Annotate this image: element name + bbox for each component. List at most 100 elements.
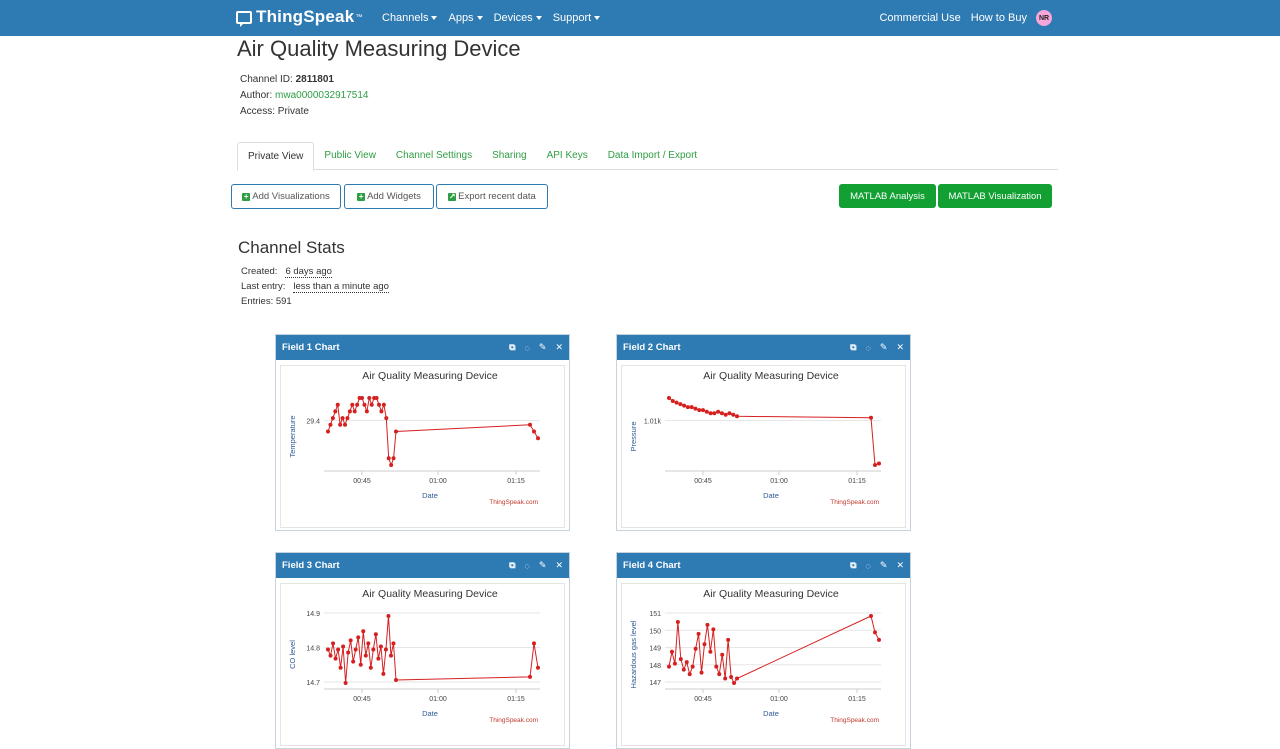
data-point [364, 409, 369, 414]
data-point [675, 619, 680, 624]
series-line [327, 615, 539, 684]
data-point [389, 463, 394, 467]
thingspeak-logo[interactable]: ThingSpeak ™ [236, 7, 363, 27]
data-point [528, 674, 532, 679]
data-point [377, 402, 381, 407]
matlab-analysis-button[interactable]: MATLAB Analysis [839, 184, 936, 208]
add-widgets-button[interactable]: + Add Widgets [344, 184, 434, 209]
chart-svg: Air Quality Measuring Device 29.4 00:45 01:… [288, 370, 540, 506]
x-tick-label: 01:00 [770, 478, 788, 485]
data-point [345, 416, 350, 421]
data-point [532, 641, 536, 646]
comment-icon[interactable]: ◌ [866, 561, 871, 571]
y-tick-label: 149 [649, 646, 661, 653]
plus-icon: + [242, 191, 251, 201]
comment-icon[interactable]: ◌ [525, 343, 530, 353]
tab-sharing[interactable]: Sharing [482, 142, 536, 169]
entries-row: Entries: 591 [241, 296, 292, 307]
x-tick-label: 00:45 [694, 696, 712, 703]
chart-svg: Air Quality Measuring Device 151 150 149 148… [629, 588, 881, 724]
panel-title: Field 2 Chart [623, 342, 681, 353]
data-point [351, 659, 356, 664]
x-tick-label: 01:15 [507, 696, 525, 703]
external-link-icon[interactable]: ⧉ [509, 560, 515, 571]
data-point [719, 411, 724, 416]
access-value: Private [277, 106, 309, 117]
data-point [726, 637, 731, 642]
nav-apps-dropdown[interactable]: Apps [448, 12, 483, 24]
x-tick-label: 01:00 [429, 696, 447, 703]
tab-public-view[interactable]: Public View [314, 142, 386, 169]
data-point [384, 416, 389, 421]
y-axis-label: Temperature [288, 415, 297, 457]
close-icon[interactable]: ✕ [555, 342, 563, 353]
close-icon[interactable]: ✕ [896, 342, 904, 353]
commercial-use-link[interactable]: Commercial Use [879, 12, 960, 24]
add-visualizations-button[interactable]: + Add Visualizations [231, 184, 341, 209]
y-tick-label: 14.9 [306, 611, 320, 618]
channel-tabs: Private View Public View Channel Setting… [237, 142, 1058, 171]
data-point [711, 627, 716, 632]
data-point [678, 402, 683, 407]
external-link-icon[interactable]: ⧉ [850, 342, 856, 353]
page-title: Air Quality Measuring Device [237, 36, 521, 61]
export-recent-data-button[interactable]: ↗ Export recent data [436, 184, 548, 209]
user-avatar[interactable]: NR [1036, 10, 1052, 26]
tab-data-import-export[interactable]: Data Import / Export [598, 142, 707, 169]
author-row: Author: mwa0000032917514 [240, 90, 369, 101]
data-point [696, 631, 701, 636]
data-point [331, 641, 336, 646]
chart-body: Air Quality Measuring Device 151 150 149 148… [617, 578, 910, 748]
tab-api-keys[interactable]: API Keys [537, 142, 598, 169]
panel-title: Field 3 Chart [282, 560, 340, 571]
panel-header: Field 3 Chart ⧉ ◌ ✎ ✕ [276, 553, 569, 578]
data-point [701, 408, 705, 413]
chart-credit: ThingSpeak.com [830, 499, 879, 506]
external-link-icon[interactable]: ⧉ [850, 560, 856, 571]
caret-down-icon [431, 16, 438, 20]
nav-right: Commercial Use How to Buy NR [869, 10, 1052, 26]
tab-channel-settings[interactable]: Channel Settings [386, 142, 482, 169]
field-3-chart-panel: Field 3 Chart ⧉ ◌ ✎ ✕ Air Quality Measuring… [275, 552, 570, 749]
data-point [328, 422, 333, 427]
y-tick-label: 150 [649, 628, 661, 635]
data-point [330, 416, 335, 421]
chart-credit: ThingSpeak.com [830, 717, 879, 724]
author-link[interactable]: mwa0000032917514 [275, 90, 368, 101]
close-icon[interactable]: ✕ [555, 560, 563, 571]
data-point [360, 396, 364, 400]
close-icon[interactable]: ✕ [896, 560, 904, 571]
pencil-icon[interactable]: ✎ [539, 560, 547, 571]
data-point [338, 422, 343, 427]
y-tick-label: 147 [649, 680, 661, 687]
data-point [873, 630, 877, 635]
data-point [712, 411, 717, 416]
y-axis-label: Hazardous gas level [629, 620, 638, 688]
nav-channels-dropdown[interactable]: Channels [382, 12, 438, 24]
data-point [356, 635, 361, 640]
data-point [361, 629, 366, 634]
data-point [717, 672, 722, 677]
data-point [394, 677, 398, 682]
chart-svg: Air Quality Measuring Device 1.01k 00:45 01… [629, 370, 881, 506]
pencil-icon[interactable]: ✎ [880, 560, 888, 571]
data-point [378, 644, 383, 649]
pencil-icon[interactable]: ✎ [880, 342, 888, 353]
x-axis-label: Date [763, 709, 779, 718]
data-point [670, 399, 675, 404]
pencil-icon[interactable]: ✎ [539, 342, 547, 353]
nav-support-dropdown[interactable]: Support [553, 12, 601, 24]
nav-devices-dropdown[interactable]: Devices [494, 12, 542, 24]
data-point [684, 660, 689, 665]
external-link-icon[interactable]: ⧉ [509, 342, 515, 353]
y-tick-label: 14.7 [306, 680, 320, 687]
tab-private-view[interactable]: Private View [237, 142, 315, 171]
comment-icon[interactable]: ◌ [525, 561, 530, 571]
data-point [371, 647, 376, 652]
matlab-visualization-button[interactable]: MATLAB Visualization [938, 184, 1052, 208]
how-to-buy-link[interactable]: How to Buy [971, 12, 1027, 24]
comment-icon[interactable]: ◌ [866, 343, 871, 353]
data-point [877, 637, 881, 642]
brand-name: ThingSpeak [256, 7, 355, 26]
series-line [327, 396, 539, 467]
